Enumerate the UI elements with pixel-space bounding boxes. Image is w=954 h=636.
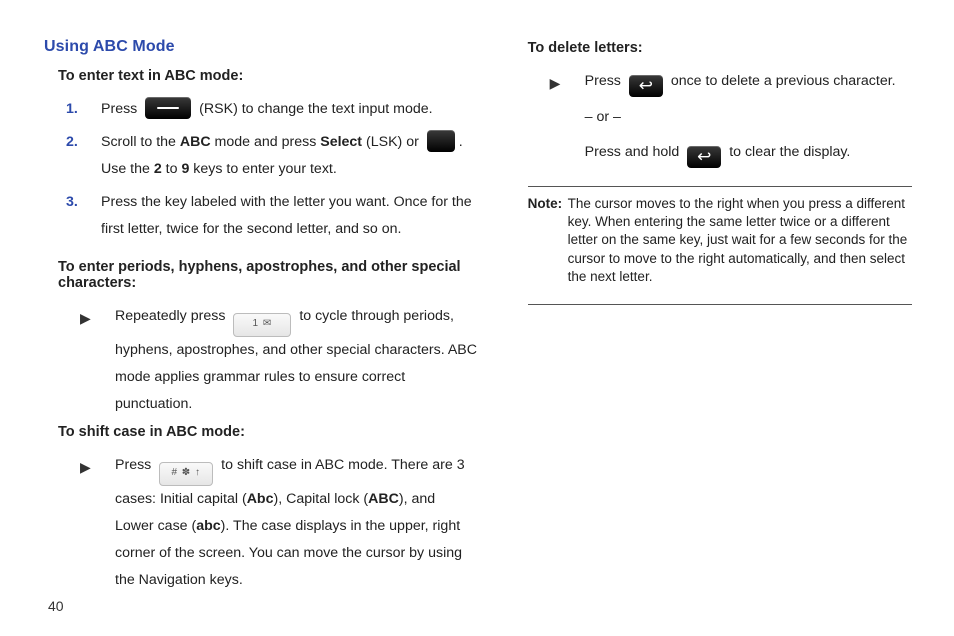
center-key-icon: [427, 130, 455, 152]
note-block: Note: The cursor moves to the right when…: [528, 195, 912, 286]
text: keys to enter your text.: [189, 161, 336, 177]
note-text: The cursor moves to the right when you p…: [568, 195, 912, 286]
triangle-bullet-icon: ▶: [58, 452, 115, 594]
step-text: Press the key labeled with the letter yo…: [101, 189, 478, 243]
step-number: 2.: [44, 129, 101, 183]
text: Press: [585, 73, 625, 89]
note-label: Note:: [528, 195, 568, 286]
text: to clear the display.: [729, 144, 850, 160]
bullet-text: Press # ✽ ↑ to shift case in ABC mode. T…: [115, 452, 478, 594]
subheading-special-chars: To enter periods, hyphens, apostrophes, …: [58, 259, 478, 291]
text: Press: [115, 457, 155, 473]
bullet-text: Press ↩ once to delete a previous charac…: [585, 68, 912, 98]
text: mode and press: [211, 134, 321, 150]
text: to: [162, 161, 182, 177]
text: once to delete a previous character.: [671, 73, 896, 89]
text: (LSK) or: [362, 134, 423, 150]
right-column: To delete letters: ▶ Press ↩ once to del…: [528, 34, 912, 600]
divider: [528, 304, 912, 305]
page: Using ABC Mode To enter text in ABC mode…: [0, 0, 954, 600]
one-symbol-key-icon: 1 ✉: [233, 313, 291, 337]
section-title: Using ABC Mode: [44, 38, 478, 56]
bullet-item: ▶ Press ↩ once to delete a previous char…: [528, 68, 912, 98]
step-text: Press (RSK) to change the text input mod…: [101, 96, 478, 123]
text: Scroll to the: [101, 134, 180, 150]
subheading-delete-letters: To delete letters:: [528, 40, 912, 56]
abc-low-bold: abc: [196, 518, 220, 534]
special-chars-block: ▶ Repeatedly press 1 ✉ to cycle through …: [58, 303, 478, 418]
subheading-enter-text: To enter text in ABC mode:: [58, 68, 478, 84]
bullet-text: Repeatedly press 1 ✉ to cycle through pe…: [115, 303, 478, 418]
step-3: 3. Press the key labeled with the letter…: [44, 189, 478, 243]
page-number: 40: [48, 598, 64, 614]
two-bold: 2: [154, 161, 162, 177]
bullet-item: ▶ Press # ✽ ↑ to shift case in ABC mode.…: [58, 452, 478, 594]
step-number: 3.: [44, 189, 101, 243]
ordered-steps: 1. Press (RSK) to change the text input …: [44, 96, 478, 243]
abc-bold: ABC: [180, 134, 211, 150]
or-separator: – or –: [585, 104, 912, 131]
step-number: 1.: [44, 96, 101, 123]
bullet-item: ▶ Repeatedly press 1 ✉ to cycle through …: [58, 303, 478, 418]
left-column: Using ABC Mode To enter text in ABC mode…: [44, 34, 478, 600]
triangle-bullet-icon: ▶: [58, 303, 115, 418]
back-key-icon: ↩: [687, 146, 721, 168]
step-2: 2. Scroll to the ABC mode and press Sele…: [44, 129, 478, 183]
text: Repeatedly press: [115, 308, 229, 324]
text: Press and hold: [585, 144, 684, 160]
select-bold: Select: [320, 134, 362, 150]
divider: [528, 186, 912, 187]
abc-init-bold: Abc: [247, 491, 274, 507]
hash-key-icon: # ✽ ↑: [159, 462, 213, 486]
triangle-bullet-icon: ▶: [528, 68, 585, 98]
text: ), Capital lock (: [274, 491, 369, 507]
step-text: Scroll to the ABC mode and press Select …: [101, 129, 478, 183]
rsk-key-icon: [145, 97, 191, 119]
text: (RSK) to change the text input mode.: [199, 101, 432, 117]
continuation-text: Press and hold ↩ to clear the display.: [585, 139, 912, 168]
subheading-shift-case: To shift case in ABC mode:: [58, 424, 478, 440]
shift-case-block: ▶ Press # ✽ ↑ to shift case in ABC mode.…: [58, 452, 478, 594]
text: Press: [101, 101, 141, 117]
abc-caps-bold: ABC: [368, 491, 399, 507]
back-key-icon: ↩: [629, 75, 663, 97]
step-1: 1. Press (RSK) to change the text input …: [44, 96, 478, 123]
